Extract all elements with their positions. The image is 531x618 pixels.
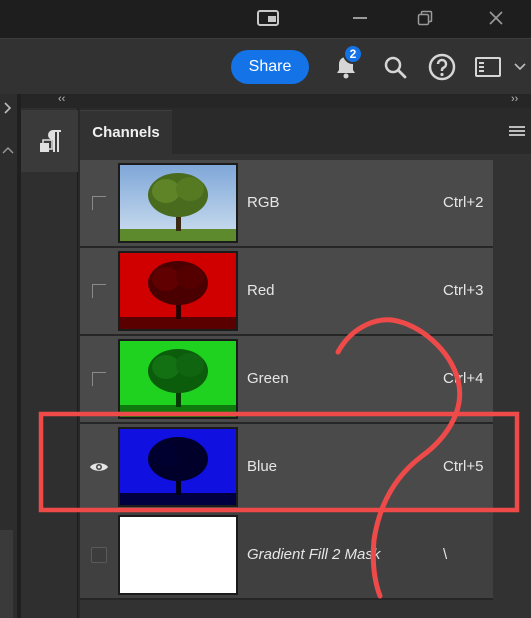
paragraph-icon bbox=[39, 130, 61, 152]
channel-name: Gradient Fill 2 Mask bbox=[247, 546, 381, 563]
channel-list: RGB Ctrl+2 Red Ctrl+3 Green Ctrl+4 Blue … bbox=[80, 160, 493, 600]
dock-collapse-bar: ‹‹ ›› bbox=[21, 93, 531, 108]
app-bar: Share bbox=[0, 38, 531, 94]
visibility-toggle[interactable] bbox=[88, 368, 110, 390]
channel-name: Red bbox=[247, 282, 275, 299]
visibility-toggle[interactable] bbox=[88, 456, 110, 478]
channel-thumbnail bbox=[118, 163, 238, 243]
channel-shortcut: Ctrl+4 bbox=[443, 370, 484, 387]
visibility-toggle[interactable] bbox=[88, 280, 110, 302]
chevron-up-icon[interactable] bbox=[2, 146, 14, 154]
channel-thumbnail bbox=[118, 515, 238, 595]
channel-row-rgb[interactable]: RGB Ctrl+2 bbox=[80, 160, 493, 248]
visibility-off-icon bbox=[92, 372, 106, 386]
channel-name: Blue bbox=[247, 458, 278, 475]
channel-name: RGB bbox=[247, 194, 280, 211]
channel-row-red[interactable]: Red Ctrl+3 bbox=[80, 248, 493, 336]
visibility-off-icon bbox=[91, 547, 107, 563]
channel-shortcut: Ctrl+3 bbox=[443, 282, 484, 299]
collapsed-dock bbox=[21, 108, 78, 618]
panel-scrollbar[interactable] bbox=[493, 160, 531, 618]
channel-thumbnail bbox=[118, 427, 238, 507]
collapse-right-button[interactable]: ›› bbox=[511, 93, 518, 105]
visibility-toggle[interactable] bbox=[88, 544, 110, 566]
channel-name: Green bbox=[247, 370, 289, 387]
channel-row-green[interactable]: Green Ctrl+4 bbox=[80, 336, 493, 424]
workspace-icon[interactable] bbox=[472, 51, 504, 83]
channel-row-blue[interactable]: Blue Ctrl+5 bbox=[80, 424, 493, 512]
collapse-left-button[interactable]: ‹‹ bbox=[58, 93, 65, 105]
restore-icon[interactable] bbox=[410, 6, 440, 30]
search-icon[interactable] bbox=[379, 51, 411, 83]
window-icon[interactable] bbox=[253, 6, 283, 30]
notification-badge: 2 bbox=[343, 44, 363, 64]
chevron-right-icon[interactable] bbox=[3, 102, 13, 114]
close-icon[interactable] bbox=[481, 6, 511, 30]
panel-menu-icon[interactable] bbox=[509, 126, 525, 138]
visibility-off-icon bbox=[92, 284, 106, 298]
channel-shortcut: \ bbox=[443, 546, 448, 563]
channel-thumbnail bbox=[118, 339, 238, 419]
share-button[interactable]: Share bbox=[231, 50, 309, 84]
visibility-off-icon bbox=[92, 196, 106, 210]
title-bar bbox=[0, 0, 531, 38]
left-scrollbar[interactable] bbox=[0, 530, 13, 618]
chevron-down-icon[interactable] bbox=[510, 51, 530, 83]
channel-shortcut: Ctrl+5 bbox=[443, 458, 484, 475]
visibility-toggle[interactable] bbox=[88, 192, 110, 214]
panel-tab-bar: Channels bbox=[80, 108, 531, 154]
minimize-icon[interactable] bbox=[345, 6, 375, 30]
channels-panel: Channels RGB Ctrl+2 Red Ctrl+3 Green Ctr… bbox=[80, 108, 531, 618]
channel-row-gradient-mask[interactable]: Gradient Fill 2 Mask \ bbox=[80, 512, 493, 600]
help-icon[interactable] bbox=[426, 51, 458, 83]
paragraph-panel-button[interactable] bbox=[21, 110, 78, 172]
channel-shortcut: Ctrl+2 bbox=[443, 194, 484, 211]
eye-icon bbox=[90, 463, 108, 471]
tab-channels[interactable]: Channels bbox=[80, 110, 172, 154]
channel-thumbnail bbox=[118, 251, 238, 331]
